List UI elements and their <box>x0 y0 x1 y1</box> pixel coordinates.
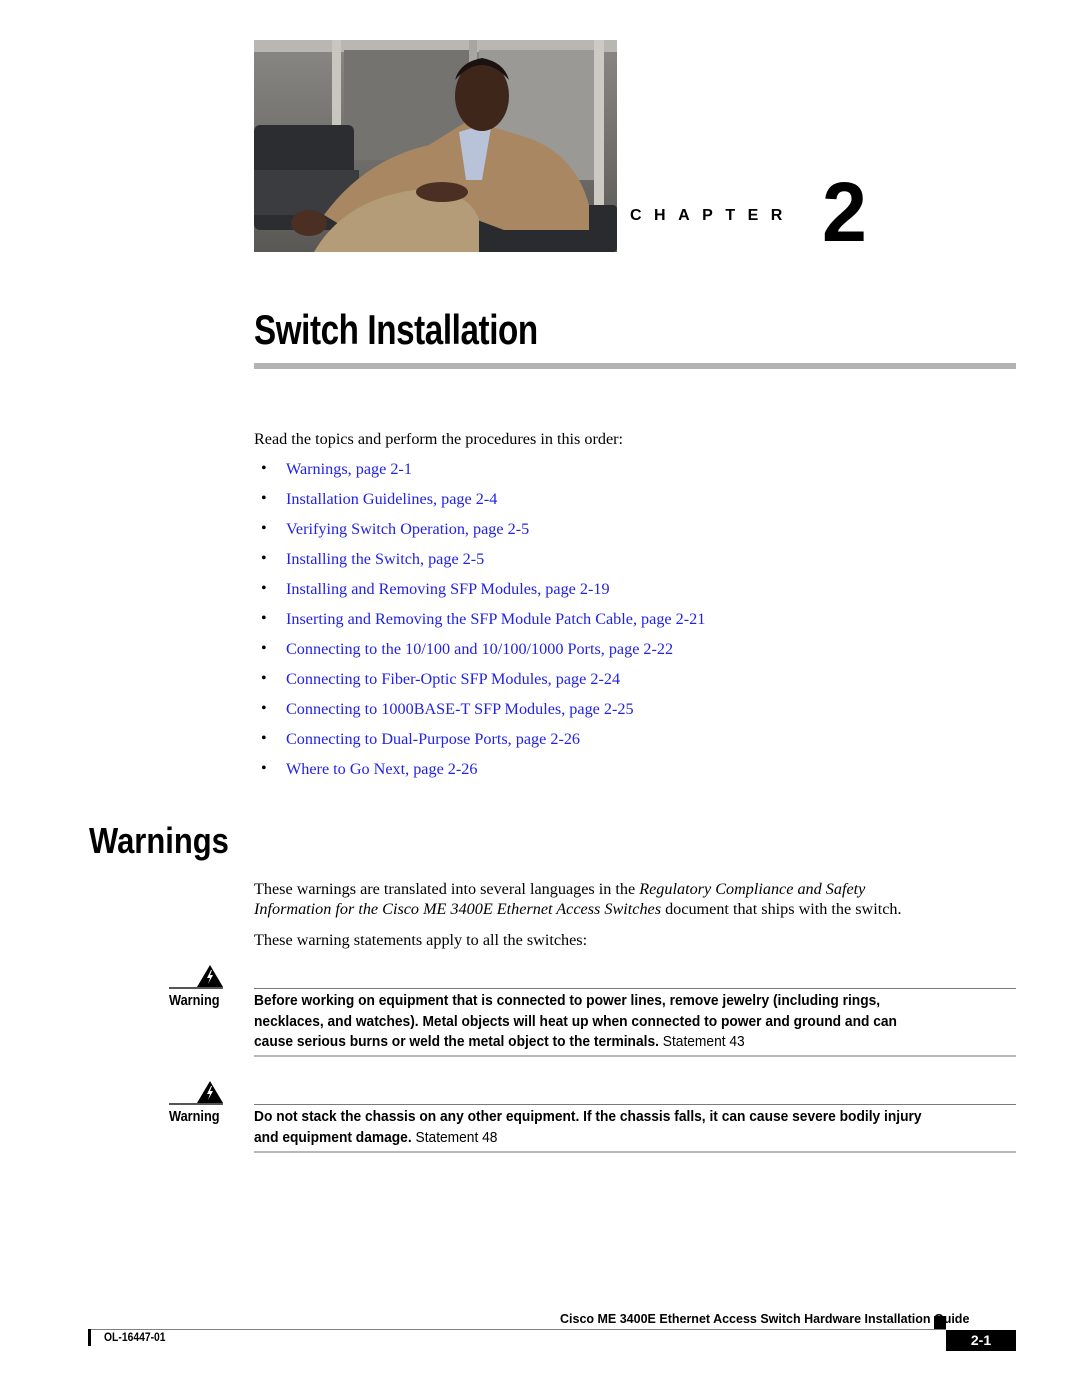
warning-line: and equipment damage. <box>254 1129 412 1146</box>
warning-triangle-icon <box>197 965 223 987</box>
warning-bottom-rule <box>254 1055 1016 1057</box>
bullet-icon: • <box>261 640 267 657</box>
chapter-number: 2 <box>822 165 867 259</box>
warning-icon-rule <box>169 987 223 989</box>
topic-link-verifying-switch-operation[interactable]: Verifying Switch Operation, page 2-5 <box>286 519 529 539</box>
title-divider <box>254 363 1016 369</box>
person-photo-icon <box>254 40 617 252</box>
footer-doc-number: OL-16447-01 <box>104 1332 166 1344</box>
warning-icon-rule <box>169 1103 223 1105</box>
topic-link-connecting-ports[interactable]: Connecting to the 10/100 and 10/100/1000… <box>286 639 673 659</box>
page-number: 2-1 <box>946 1330 1016 1351</box>
chapter-photo <box>254 40 617 252</box>
bullet-icon: • <box>261 610 267 627</box>
topic-link-1000base-t-sfp[interactable]: Connecting to 1000BASE-T SFP Modules, pa… <box>286 699 634 719</box>
warning-top-rule <box>254 1104 1016 1105</box>
bullet-icon: • <box>261 760 267 777</box>
bullet-icon: • <box>261 490 267 507</box>
topic-link-where-to-go-next[interactable]: Where to Go Next, page 2-26 <box>286 759 477 779</box>
topic-link-fiber-optic-sfp[interactable]: Connecting to Fiber-Optic SFP Modules, p… <box>286 669 620 689</box>
footer-guide-title: Cisco ME 3400E Ethernet Access Switch Ha… <box>560 1312 970 1326</box>
bullet-icon: • <box>261 460 267 477</box>
bullet-icon: • <box>261 550 267 567</box>
chapter-label: CHAPTER <box>630 207 795 224</box>
warning-top-rule <box>254 988 1016 989</box>
document-reference: Regulatory Compliance and Safety <box>639 880 866 898</box>
topic-link-installing-removing-sfp[interactable]: Installing and Removing SFP Modules, pag… <box>286 579 610 599</box>
bullet-icon: • <box>261 730 267 747</box>
warning-label: Warning <box>169 993 220 1009</box>
warning-line: necklaces, and watches). Metal objects w… <box>254 1013 897 1030</box>
intro-text: Read the topics and perform the procedur… <box>254 430 624 448</box>
warning-label: Warning <box>169 1109 220 1125</box>
topic-link-dual-purpose-ports[interactable]: Connecting to Dual-Purpose Ports, page 2… <box>286 729 580 749</box>
warning-triangle-icon <box>197 1081 223 1103</box>
statement-number: Statement 48 <box>411 1129 498 1146</box>
warning-line: Before working on equipment that is conn… <box>254 993 881 1009</box>
footer-left-marker <box>88 1329 91 1346</box>
topic-link-sfp-patch-cable[interactable]: Inserting and Removing the SFP Module Pa… <box>286 609 705 629</box>
topic-link-warnings[interactable]: Warnings, page 2-1 <box>286 459 412 479</box>
para-text: document that ships with the switch. <box>661 900 902 918</box>
bullet-icon: • <box>261 580 267 597</box>
warning-line: cause serious burns or weld the metal ob… <box>254 1034 659 1050</box>
bullet-icon: • <box>261 700 267 717</box>
warning-bottom-rule <box>254 1151 1016 1153</box>
document-reference: Information for the Cisco ME 3400E Ether… <box>254 900 662 918</box>
warnings-intro-paragraph: These warnings are translated into sever… <box>254 879 1024 919</box>
page-title: Switch Installation <box>254 306 538 353</box>
warning-text: Do not stack the chassis on any other eq… <box>254 1107 1014 1148</box>
warning-text: Before working on equipment that is conn… <box>254 991 1014 1053</box>
bullet-icon: • <box>261 520 267 537</box>
bullet-icon: • <box>261 670 267 687</box>
section-heading-warnings: Warnings <box>89 820 229 861</box>
warning-line: Do not stack the chassis on any other eq… <box>254 1109 922 1125</box>
para-text: These warnings are translated into sever… <box>254 880 640 898</box>
topic-link-installing-the-switch[interactable]: Installing the Switch, page 2-5 <box>286 549 484 569</box>
footer-marker-square <box>934 1316 946 1329</box>
warnings-apply-text: These warning statements apply to all th… <box>254 931 588 949</box>
topic-link-installation-guidelines[interactable]: Installation Guidelines, page 2-4 <box>286 489 497 509</box>
footer-rule <box>88 1329 946 1330</box>
statement-number: Statement 43 <box>658 1034 745 1050</box>
